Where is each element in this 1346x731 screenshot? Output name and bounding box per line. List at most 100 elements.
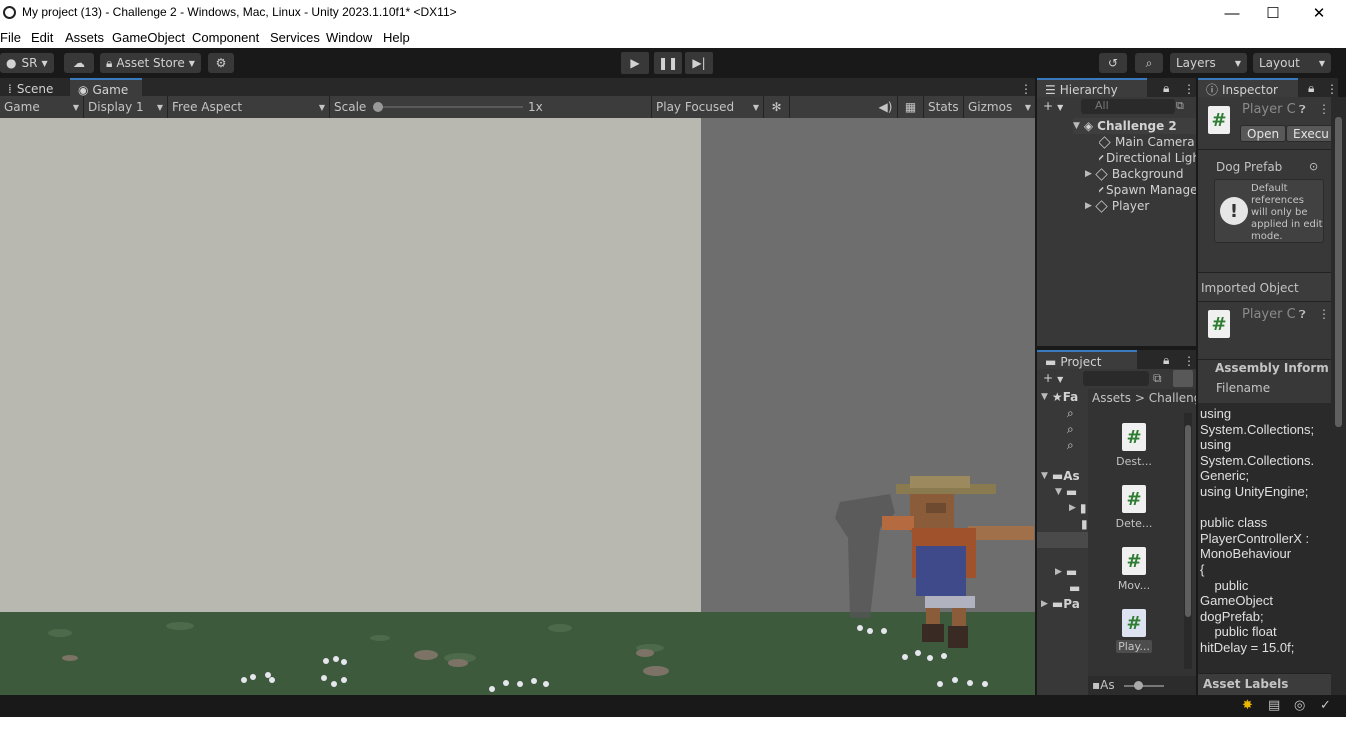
- audio-mute-button[interactable]: ◀): [874, 96, 898, 118]
- scale-slider-track[interactable]: [378, 106, 523, 108]
- aspect-dropdown[interactable]: Free Aspect ▼: [168, 96, 330, 118]
- search-icon[interactable]: ⌕: [1067, 437, 1087, 453]
- search-icon[interactable]: ⌕: [1067, 421, 1087, 437]
- search-button[interactable]: ⌕: [1135, 53, 1163, 73]
- tab-hierarchy[interactable]: ☰ Hierarchy: [1037, 78, 1147, 99]
- project-search-input[interactable]: [1083, 371, 1149, 386]
- asset-label[interactable]: Mov...: [1108, 579, 1160, 592]
- menu-file[interactable]: File: [0, 30, 21, 45]
- menu-edit[interactable]: Edit: [31, 30, 53, 45]
- collab-button[interactable]: ⚙: [208, 53, 234, 73]
- project-view-button[interactable]: [1173, 370, 1193, 387]
- hierarchy-add-button[interactable]: + ▼: [1043, 99, 1063, 113]
- hierarchy-search-input[interactable]: All: [1081, 99, 1175, 114]
- asset-scrollbar-thumb[interactable]: [1185, 425, 1191, 617]
- asset-store-button[interactable]: 🔒︎ Asset Store ▼: [100, 53, 201, 73]
- open-button[interactable]: Open: [1240, 125, 1287, 142]
- project-add-button[interactable]: + ▼: [1043, 371, 1063, 385]
- asset-scrollbar[interactable]: [1184, 413, 1192, 669]
- component-menu[interactable]: ⋮: [1318, 307, 1330, 321]
- scale-slider-handle[interactable]: [373, 102, 383, 112]
- folder-item[interactable]: ▶ ▮: [1069, 500, 1087, 516]
- undo-history-button[interactable]: ↺: [1099, 53, 1127, 73]
- component-menu[interactable]: ⋮: [1318, 102, 1330, 116]
- inspector-scrollbar[interactable]: [1331, 97, 1346, 695]
- menu-gameobject[interactable]: GameObject: [112, 30, 185, 45]
- script-icon[interactable]: #: [1122, 485, 1146, 513]
- menu-component[interactable]: Component: [192, 30, 259, 45]
- play-focus-dropdown[interactable]: Play Focused ▼: [652, 96, 764, 118]
- close-button[interactable]: ✕: [1296, 0, 1342, 26]
- zoom-slider-track[interactable]: [1124, 685, 1164, 687]
- hierarchy-item[interactable]: ▶ Player: [1085, 198, 1196, 214]
- hierarchy-filter-icon[interactable]: ⧉: [1176, 99, 1184, 113]
- folder-item[interactable]: ▼ ▬: [1055, 484, 1087, 500]
- gizmos-dropdown[interactable]: Gizmos ▼: [964, 96, 1035, 118]
- menu-services[interactable]: Services: [270, 30, 320, 45]
- script-icon[interactable]: #: [1122, 547, 1146, 575]
- help-icon[interactable]: ❓︎: [1299, 308, 1306, 322]
- play-button[interactable]: ▶: [621, 52, 649, 74]
- layout-dropdown[interactable]: Layout ▼: [1253, 53, 1331, 73]
- game-viewport[interactable]: [0, 118, 1035, 695]
- asset-label-selected[interactable]: Play...: [1116, 640, 1152, 653]
- speaker-icon: ◀): [878, 100, 893, 114]
- check-icon[interactable]: ✓: [1320, 698, 1331, 713]
- bug-button[interactable]: ✻: [764, 96, 790, 118]
- asset-label[interactable]: Dete...: [1108, 517, 1160, 530]
- cloud-button[interactable]: ☁: [64, 53, 94, 73]
- inspector-script-name: Player C: [1242, 102, 1296, 117]
- hierarchy-item[interactable]: ▶ Background: [1085, 166, 1196, 182]
- folder-item[interactable]: ▶ ▬: [1055, 564, 1087, 580]
- execute-order-button[interactable]: Execu: [1286, 125, 1331, 142]
- inspector-scrollbar-thumb[interactable]: [1335, 117, 1342, 427]
- layers-stack-icon[interactable]: ▤: [1268, 698, 1280, 713]
- project-filter-icon[interactable]: ⧉: [1153, 371, 1162, 386]
- assets-folder[interactable]: ▼ ▬ As: [1041, 468, 1089, 484]
- packages-folder[interactable]: ▶ ▬ Pa: [1041, 596, 1089, 612]
- zoom-slider-handle[interactable]: [1134, 681, 1143, 690]
- script-icon[interactable]: #: [1122, 609, 1146, 637]
- account-button[interactable]: ● SR ▼: [0, 53, 54, 73]
- menu-help[interactable]: Help: [383, 30, 410, 45]
- search-icon[interactable]: ⌕: [1067, 405, 1087, 421]
- menu-window[interactable]: Window: [326, 30, 372, 45]
- help-icon[interactable]: ❓︎: [1299, 103, 1306, 117]
- pause-icon: ❚❚: [657, 56, 679, 70]
- script-icon[interactable]: #: [1122, 423, 1146, 451]
- asset-label[interactable]: Dest...: [1108, 455, 1160, 468]
- step-button[interactable]: ▶|: [685, 52, 713, 74]
- minimize-button[interactable]: —: [1209, 0, 1255, 26]
- hierarchy-item[interactable]: Directional Light: [1099, 150, 1196, 166]
- hierarchy-item[interactable]: Spawn Manager: [1099, 182, 1196, 198]
- folder-item[interactable]: ▬: [1069, 580, 1089, 596]
- window-title: My project (13) - Challenge 2 - Windows,…: [22, 5, 457, 19]
- breadcrumb-folder[interactable]: Challenge 2: [1149, 391, 1196, 405]
- pause-button[interactable]: ❚❚: [654, 52, 682, 74]
- activity-icon[interactable]: ✸: [1242, 698, 1253, 713]
- keyboard-icon: ▦: [904, 100, 917, 114]
- main-toolbar: ● SR ▼ ☁ 🔒︎ Asset Store ▼ ⚙ ▶ ❚❚ ▶| ↺ ⌕ La…: [0, 48, 1346, 78]
- favorites-folder[interactable]: ▼ ★ Fa: [1041, 389, 1089, 405]
- footer-asset-label: ▪As: [1092, 678, 1115, 692]
- project-panel: + ▼ ⧉ ▼ ★ Fa ⌕ ⌕ ⌕ ▼ ▬ As ▼ ▬ ▶ ▮ ▮ ▶ ▬ ▬ ▶ ▬ P…: [1037, 369, 1196, 695]
- cache-icon[interactable]: ◎: [1294, 698, 1305, 713]
- lock-icon: 🔒︎: [1163, 353, 1170, 367]
- breadcrumb-assets[interactable]: Assets: [1092, 391, 1131, 405]
- maximize-button[interactable]: ☐: [1250, 0, 1296, 26]
- menu-assets[interactable]: Assets: [65, 30, 104, 45]
- tab-project[interactable]: ▬ Project: [1037, 350, 1137, 371]
- stats-button[interactable]: Stats: [924, 96, 964, 118]
- display-dropdown[interactable]: Display 1 ▼: [84, 96, 168, 118]
- shortcuts-button[interactable]: ▦: [898, 96, 924, 118]
- layers-dropdown[interactable]: Layers ▼: [1170, 53, 1247, 73]
- tab-inspector[interactable]: ⓘ Inspector: [1198, 78, 1298, 99]
- inspector-menu[interactable]: ⋮: [1318, 78, 1346, 99]
- folder-item-selected[interactable]: [1037, 532, 1089, 548]
- account-label: SR: [21, 56, 38, 70]
- hierarchy-search-placeholder: All: [1095, 99, 1109, 112]
- scene-root[interactable]: ▼ ◈ Challenge 2: [1073, 118, 1196, 134]
- object-picker-icon[interactable]: ⊙: [1309, 160, 1318, 173]
- game-mode-dropdown[interactable]: Game ▼: [0, 96, 84, 118]
- hierarchy-item[interactable]: Main Camera: [1099, 134, 1196, 150]
